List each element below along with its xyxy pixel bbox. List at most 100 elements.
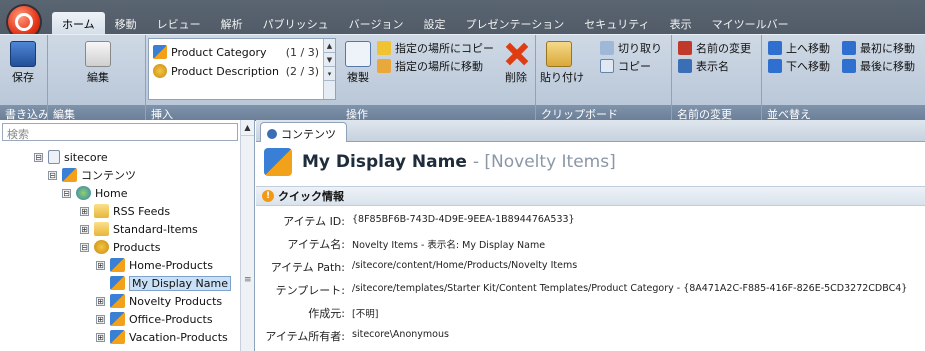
insert-product-description[interactable]: Product Description (2 / 3) (153, 62, 333, 80)
tab-navigate[interactable]: 移動 (105, 12, 147, 34)
paste-icon (546, 41, 572, 67)
gallery-scroll[interactable]: ▲ ▼ ▾ (323, 39, 335, 99)
tree-node-sitecore[interactable]: ⊟ sitecore (34, 148, 108, 166)
tree-node-content[interactable]: ⊟ コンテンツ (48, 166, 136, 184)
tab-review[interactable]: レビュー (147, 12, 211, 34)
search-input[interactable]: 検索 (2, 123, 238, 141)
ribbon-panel: 保存 書き込み 編集 編集 挿入 Product Category (1 / 3… (0, 34, 925, 121)
save-button[interactable]: 保存 (6, 41, 40, 85)
tree-node-my-display-name[interactable]: My Display Name (110, 274, 231, 292)
ribbon-tabs: ホーム 移動 レビュー 解析 パブリッシュ バージョン 設定 プレゼンテーション… (52, 12, 799, 34)
content-tab-bar: コンテンツ (256, 120, 925, 142)
gallery-down-icon[interactable]: ▼ (324, 53, 335, 67)
scroll-up-icon[interactable]: ▲ (241, 120, 254, 136)
gallery-up-icon[interactable]: ▲ (324, 39, 335, 53)
arrow-down-icon (768, 59, 782, 73)
products-icon (94, 240, 109, 254)
field-template: テンプレート: /sitecore/templates/Starter Kit/… (275, 283, 908, 297)
product-icon (110, 276, 125, 290)
move-first-button[interactable]: 最初に移動 (842, 39, 915, 57)
collapse-icon[interactable]: ⊟ (34, 152, 43, 162)
expand-icon[interactable]: ⊞ (80, 224, 89, 234)
quick-info-header[interactable]: ! クイック情報 (256, 186, 925, 206)
move-down-button[interactable]: 下へ移動 (768, 57, 830, 75)
display-name-button[interactable]: 表示名 (678, 57, 729, 75)
tree-node-standard-items[interactable]: ⊞ Standard-Items (80, 220, 198, 238)
group-label-rename: 名前の変更 (672, 105, 761, 121)
move-last-button[interactable]: 最後に移動 (842, 57, 915, 75)
expand-icon[interactable]: ⊞ (96, 296, 105, 306)
move-up-button[interactable]: 上へ移動 (768, 39, 830, 57)
insert-gallery[interactable]: Product Category (1 / 3) Product Descrip… (148, 38, 336, 100)
arrow-bottom-icon (842, 59, 856, 73)
product-icon (110, 312, 125, 326)
scroll-grip-icon[interactable]: ≡ (244, 275, 252, 285)
copy-to-icon (377, 41, 391, 55)
item-title: My Display Name (302, 152, 467, 172)
duplicate-button[interactable]: 複製 (345, 41, 371, 85)
tab-publish[interactable]: パブリッシュ (253, 12, 339, 34)
tab-security[interactable]: セキュリティ (574, 12, 659, 34)
group-clipboard: 貼り付け 切り取り コピー クリップボード (536, 35, 672, 121)
group-rename: 名前の変更 表示名 名前の変更 (672, 35, 762, 121)
tab-versions[interactable]: バージョン (339, 12, 414, 34)
product-icon (264, 148, 292, 176)
cut-button[interactable]: 切り取り (600, 39, 662, 57)
copy-to-button[interactable]: 指定の場所にコピー (377, 39, 494, 57)
collapse-icon[interactable]: ⊟ (48, 170, 57, 180)
globe-icon (267, 129, 277, 139)
delete-icon (503, 41, 529, 67)
group-label-insert: 挿入 (146, 105, 341, 121)
tab-view[interactable]: 表示 (660, 12, 702, 34)
move-to-icon (377, 59, 391, 73)
tree-node-novelty-products[interactable]: ⊞ Novelty Products (96, 292, 222, 310)
duplicate-icon (345, 41, 371, 67)
tree-node-vacation-products[interactable]: ⊞ Vacation-Products (96, 328, 228, 346)
tree-node-products[interactable]: ⊟ Products (80, 238, 161, 256)
arrow-up-icon (768, 41, 782, 55)
scissors-icon (600, 41, 614, 55)
expand-icon[interactable]: ⊞ (96, 314, 105, 324)
field-item-name: アイテム名: Novelty Items - 表示名: My Display N… (287, 238, 546, 251)
product-icon (110, 330, 125, 344)
gallery-more-icon[interactable]: ▾ (324, 67, 335, 81)
edit-icon (85, 41, 111, 67)
content-tree: 検索 ▲ ≡ ⊟ sitecore ⊟ コンテンツ ⊟ Home ⊞ RSS F… (0, 120, 255, 351)
group-sort: 上へ移動 最初に移動 下へ移動 最後に移動 並べ替え (762, 35, 925, 121)
edit-button[interactable]: 編集 (78, 41, 118, 85)
group-write: 保存 書き込み (0, 35, 48, 121)
tree-node-home-products[interactable]: ⊞ Home-Products (96, 256, 213, 274)
field-item-path: アイテム Path: /sitecore/content/Home/Produc… (270, 260, 578, 274)
tree-scrollbar[interactable]: ▲ ≡ (240, 120, 254, 351)
paste-button[interactable]: 貼り付け (540, 41, 584, 85)
tab-presentation[interactable]: プレゼンテーション (455, 12, 574, 34)
tab-configure[interactable]: 設定 (413, 12, 455, 34)
copy-button[interactable]: コピー (600, 57, 651, 75)
expand-icon[interactable]: ⊞ (96, 260, 105, 270)
tab-my-toolbar[interactable]: マイツールバー (702, 12, 799, 34)
group-label-edit: 編集 (48, 105, 145, 121)
tab-analyze[interactable]: 解析 (211, 12, 253, 34)
field-item-owner: アイテム所有者: sitecore\Anonymous (265, 329, 449, 343)
rename-icon (678, 41, 692, 55)
group-edit: 編集 編集 (48, 35, 146, 121)
collapse-icon[interactable]: ⊟ (80, 242, 89, 252)
tree-node-office-products[interactable]: ⊞ Office-Products (96, 310, 213, 328)
copy-icon (600, 59, 614, 73)
group-label-operations: 操作 (341, 105, 535, 121)
insert-product-category[interactable]: Product Category (1 / 3) (153, 43, 333, 61)
expand-icon[interactable]: ⊞ (96, 332, 105, 342)
delete-button[interactable]: 削除 (501, 41, 531, 85)
group-label-clipboard: クリップボード (536, 105, 671, 121)
tab-content[interactable]: コンテンツ (260, 122, 347, 142)
rename-button[interactable]: 名前の変更 (678, 39, 751, 57)
move-to-button[interactable]: 指定の場所に移動 (377, 57, 483, 75)
content-editor: コンテンツ My Display Name - [Novelty Items] … (256, 120, 925, 351)
tab-home[interactable]: ホーム (52, 12, 105, 34)
group-label-write: 書き込み (0, 105, 47, 121)
expand-icon[interactable]: ⊞ (80, 206, 89, 216)
collapse-icon[interactable]: ⊟ (62, 188, 71, 198)
arrow-top-icon (842, 41, 856, 55)
tree-node-rss-feeds[interactable]: ⊞ RSS Feeds (80, 202, 170, 220)
tree-node-home[interactable]: ⊟ Home (62, 184, 127, 202)
